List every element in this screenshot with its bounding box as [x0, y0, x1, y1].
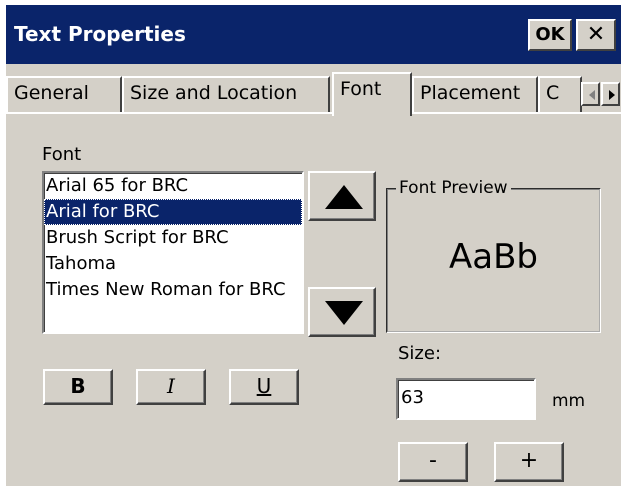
scroll-up-button[interactable] — [308, 171, 376, 221]
size-input[interactable]: 63 — [396, 378, 536, 420]
dialog-title: Text Properties — [14, 22, 186, 46]
tab-placement[interactable]: Placement — [412, 76, 538, 112]
font-listbox[interactable]: Arial 65 for BRC Arial for BRC Brush Scr… — [42, 171, 304, 334]
size-unit: mm — [552, 391, 586, 411]
decrease-size-button[interactable]: - — [398, 442, 468, 482]
triangle-up-icon — [325, 185, 363, 209]
tab-scroll-right-icon[interactable] — [601, 82, 620, 106]
font-preview-legend: Font Preview — [396, 177, 511, 199]
font-preview-group: Font Preview AaBb — [386, 177, 601, 333]
font-list-item[interactable]: Brush Script for BRC — [44, 225, 302, 251]
font-list-item[interactable]: Times New Roman for BRC — [44, 277, 302, 303]
font-list-item-selected[interactable]: Arial for BRC — [44, 199, 302, 225]
ok-button[interactable]: OK — [528, 19, 572, 51]
title-bar: Text Properties OK ✕ — [6, 5, 621, 64]
tab-general[interactable]: General — [6, 76, 122, 112]
tab-font[interactable]: Font — [332, 72, 412, 116]
tab-scroll-buttons — [581, 82, 621, 106]
font-list-item[interactable]: Arial 65 for BRC — [44, 173, 302, 199]
tab-strip: General Size and Location Font Placement… — [6, 64, 621, 116]
underline-button[interactable]: U — [229, 369, 299, 405]
tab-size-and-location[interactable]: Size and Location — [122, 76, 330, 112]
italic-button[interactable]: I — [136, 369, 206, 405]
size-label: Size: — [398, 343, 442, 364]
tab-scroll-left-icon[interactable] — [581, 82, 600, 106]
increase-size-button[interactable]: + — [494, 442, 564, 482]
bold-button[interactable]: B — [43, 369, 113, 405]
font-preview-sample: AaBb — [448, 237, 538, 277]
text-properties-dialog: Text Properties OK ✕ General Size and Lo… — [6, 5, 621, 486]
font-list-item[interactable]: Tahoma — [44, 251, 302, 277]
triangle-down-icon — [325, 301, 363, 325]
tab-divider — [6, 112, 621, 114]
tab-partial[interactable]: C — [538, 76, 582, 112]
scroll-down-button[interactable] — [308, 287, 376, 337]
font-label: Font — [42, 144, 82, 165]
close-button[interactable]: ✕ — [576, 19, 616, 51]
